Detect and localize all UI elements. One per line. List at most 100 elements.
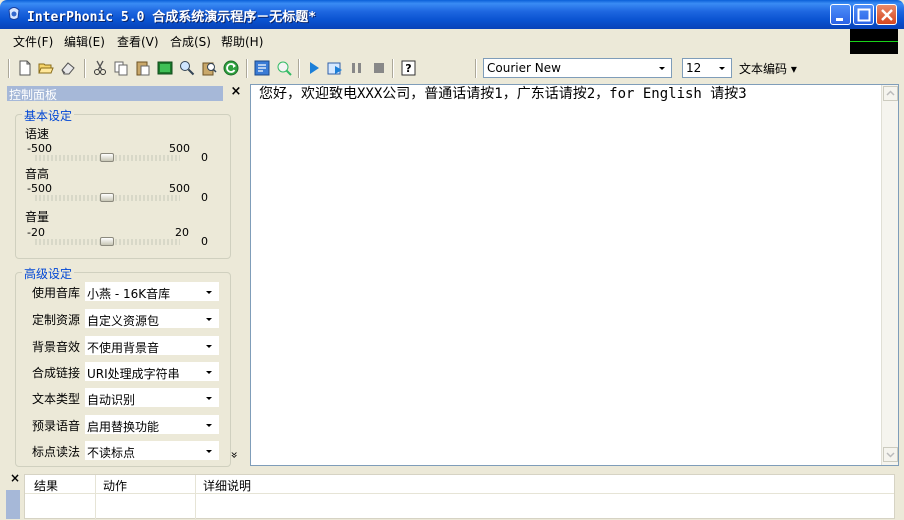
refresh-icon[interactable] <box>222 59 240 77</box>
speed-slider-thumb[interactable] <box>100 153 114 162</box>
open-folder-icon[interactable] <box>37 59 55 77</box>
speed-value: 0 <box>201 151 208 164</box>
font-size-select[interactable]: 12 <box>682 58 732 78</box>
menu-file[interactable]: 文件(F) <box>13 33 53 50</box>
toolbar-separator <box>246 59 248 78</box>
chevron-down-icon <box>201 417 217 433</box>
chevron-down-icon <box>201 338 217 354</box>
punctuation-value: 不读标点 <box>87 446 136 460</box>
panel-header: 控制面板 <box>7 86 223 102</box>
chevron-down-icon <box>201 443 217 459</box>
pitch-max: 500 <box>169 182 190 195</box>
chevron-down-icon <box>201 390 217 406</box>
custom-resource-select[interactable]: 自定义资源包 <box>85 309 219 328</box>
toolbar: ? Courier New 12 文本编码 ▾ <box>0 55 904 82</box>
synthesize-to-file-icon[interactable] <box>326 59 344 77</box>
title-bar[interactable]: InterPhonic 5.0 合成系统演示程序－无标题* <box>0 0 904 29</box>
panel-title: 控制面板 <box>9 88 58 102</box>
play-icon[interactable] <box>305 59 323 77</box>
log-panel: × 结果 动作 详细说明 <box>0 468 904 520</box>
column-header-action[interactable]: 动作 <box>103 477 127 494</box>
column-divider <box>195 475 196 520</box>
panel-scroll-down-button[interactable]: » <box>228 451 242 458</box>
text-editor[interactable]: 您好，欢迎致电XXX公司，普通话请按1，广东话请按2，for English 请… <box>250 84 899 466</box>
font-size-value: 12 <box>686 61 702 75</box>
menu-bar: 文件(F) 编辑(E) 查看(V) 合成(S) 帮助(H) <box>0 29 904 52</box>
voice-library-label: 使用音库 <box>32 286 81 300</box>
header-divider <box>25 493 894 494</box>
log-close-button[interactable]: × <box>10 471 20 485</box>
minimize-button[interactable] <box>830 4 851 25</box>
volume-label: 音量 <box>25 210 50 224</box>
custom-resource-label: 定制资源 <box>32 313 81 327</box>
font-name-select[interactable]: Courier New <box>483 58 672 78</box>
app-icon <box>8 7 20 20</box>
log-panel-handle <box>6 490 20 519</box>
pitch-value: 0 <box>201 191 208 204</box>
editor-content[interactable]: 您好，欢迎致电XXX公司，普通话请按1，广东话请按2，for English 请… <box>259 85 879 104</box>
app-window: InterPhonic 5.0 合成系统演示程序－无标题* 文件(F) 编辑(E… <box>0 0 904 520</box>
text-type-label: 文本类型 <box>32 392 81 406</box>
maximize-button[interactable] <box>853 4 874 25</box>
editor-scrollbar[interactable] <box>881 85 898 465</box>
toolbar-separator <box>392 59 394 78</box>
column-header-result[interactable]: 结果 <box>34 477 58 494</box>
speed-min: -500 <box>27 142 52 155</box>
background-sound-select[interactable]: 不使用背景音 <box>85 336 219 355</box>
custom-resource-value: 自定义资源包 <box>87 314 160 328</box>
volume-value: 0 <box>201 235 208 248</box>
eraser-icon[interactable] <box>59 59 77 77</box>
audio-level-meter <box>850 29 898 54</box>
menu-view[interactable]: 查看(V) <box>117 33 159 50</box>
pitch-label: 音高 <box>25 167 50 181</box>
copy-icon[interactable] <box>112 59 130 77</box>
chevron-down-icon <box>201 364 217 380</box>
scroll-down-button[interactable] <box>883 447 898 462</box>
pitch-slider-thumb[interactable] <box>100 193 114 202</box>
stop-icon[interactable] <box>370 59 388 77</box>
panel-close-button[interactable]: × <box>229 84 243 100</box>
toolbar-separator <box>84 59 86 78</box>
toolbar-separator <box>475 59 477 78</box>
find-icon[interactable] <box>178 59 196 77</box>
voice-library-icon[interactable] <box>253 59 271 77</box>
new-file-icon[interactable] <box>16 59 34 77</box>
log-table[interactable]: 结果 动作 详细说明 <box>24 474 895 520</box>
volume-slider-thumb[interactable] <box>100 237 114 246</box>
column-divider <box>95 475 96 520</box>
chevron-down-icon <box>654 60 670 76</box>
select-all-icon[interactable] <box>156 59 174 77</box>
menu-edit[interactable]: 编辑(E) <box>64 33 105 50</box>
prerecorded-voice-value: 启用替换功能 <box>87 420 160 434</box>
replace-icon[interactable] <box>200 59 218 77</box>
menu-synthesize[interactable]: 合成(S) <box>170 33 211 50</box>
scroll-up-button[interactable] <box>883 86 898 101</box>
text-type-select[interactable]: 自动识别 <box>85 388 219 407</box>
prerecorded-voice-label: 预录语音 <box>32 419 81 433</box>
window-title: InterPhonic 5.0 合成系统演示程序－无标题* <box>27 10 317 25</box>
volume-min: -20 <box>27 226 45 239</box>
voice-library-select[interactable]: 小燕 - 16K音库 <box>85 282 219 301</box>
text-encoding-dropdown[interactable]: 文本编码 ▾ <box>739 60 797 77</box>
column-header-details[interactable]: 详细说明 <box>203 477 251 494</box>
background-sound-label: 背景音效 <box>32 340 81 354</box>
link-synthesis-select[interactable]: URI处理成字符串 <box>85 362 219 381</box>
voice-library-value: 小燕 - 16K音库 <box>87 287 171 301</box>
speed-max: 500 <box>169 142 190 155</box>
prerecorded-voice-select[interactable]: 启用替换功能 <box>85 415 219 434</box>
control-panel: 控制面板 × 基本设定 语速 -500 500 0 音高 -500 500 0 … <box>5 84 245 467</box>
pitch-min: -500 <box>27 182 52 195</box>
help-icon[interactable]: ? <box>400 59 418 77</box>
chevron-down-icon <box>201 284 217 300</box>
text-type-value: 自动识别 <box>87 393 136 407</box>
menu-help[interactable]: 帮助(H) <box>221 33 263 50</box>
paste-icon[interactable] <box>134 59 152 77</box>
cut-icon[interactable] <box>91 59 109 77</box>
pause-icon[interactable] <box>348 59 366 77</box>
punctuation-select[interactable]: 不读标点 <box>85 441 219 460</box>
zoom-icon[interactable] <box>275 59 293 77</box>
link-synthesis-label: 合成链接 <box>32 366 81 380</box>
close-button[interactable] <box>876 4 897 25</box>
close-icon <box>881 9 893 21</box>
link-synthesis-value: URI处理成字符串 <box>87 367 180 381</box>
